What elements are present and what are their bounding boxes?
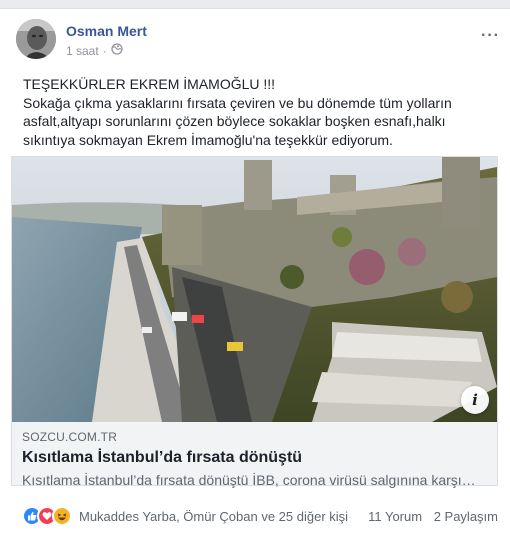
- post-time[interactable]: 1 saat: [66, 44, 99, 58]
- engagement-counts: 11 Yorum 2 Paylaşım: [360, 509, 498, 524]
- link-title[interactable]: Kısıtlama İstanbul’da fırsata dönüştü: [22, 449, 487, 467]
- reaction-icons[interactable]: [22, 506, 72, 526]
- post-meta: 1 saat ·: [66, 43, 123, 58]
- haha-icon[interactable]: [52, 506, 72, 526]
- post-footer: Mukaddes Yarba, Ömür Çoban ve 25 diğer k…: [22, 505, 498, 527]
- post-text: TEŞEKKÜRLER EKREM İMAMOĞLU !!! Sokağa çı…: [23, 75, 493, 149]
- post-text-line: TEŞEKKÜRLER EKREM İMAMOĞLU !!!: [23, 76, 276, 92]
- post-text-line: asfalt,altyapı sorunlarını çözen böylece…: [23, 113, 446, 129]
- link-image[interactable]: i: [12, 157, 497, 422]
- link-preview[interactable]: i SOZCU.COM.TR Kısıtlama İstanbul’da fır…: [11, 156, 498, 488]
- link-description: Kısıtlama İstanbul’da fırsata dönüştü İB…: [22, 472, 476, 488]
- post-text-line: Sokağa çıkma yasaklarını fırsata çeviren…: [23, 94, 452, 111]
- link-domain: SOZCU.COM.TR: [22, 430, 118, 444]
- post-header: Osman Mert 1 saat · ···: [16, 19, 499, 63]
- globe-icon[interactable]: [111, 43, 123, 58]
- reactors-text[interactable]: Mukaddes Yarba, Ömür Çoban ve 25 diğer k…: [79, 509, 348, 524]
- avatar[interactable]: [16, 19, 56, 59]
- post-card: Osman Mert 1 saat · ··· TEŞEKKÜRLER EKRE…: [0, 8, 510, 541]
- author-name[interactable]: Osman Mert: [66, 23, 147, 39]
- shares-count[interactable]: 2 Paylaşım: [434, 509, 498, 524]
- link-meta[interactable]: SOZCU.COM.TR Kısıtlama İstanbul’da fırsa…: [12, 422, 497, 488]
- post-text-line: sıkıntıya sokmayan Ekrem İmamoğlu'na teş…: [23, 131, 393, 148]
- info-icon[interactable]: i: [461, 386, 489, 414]
- comments-count[interactable]: 11 Yorum: [368, 509, 422, 524]
- more-options-icon[interactable]: ···: [481, 27, 500, 45]
